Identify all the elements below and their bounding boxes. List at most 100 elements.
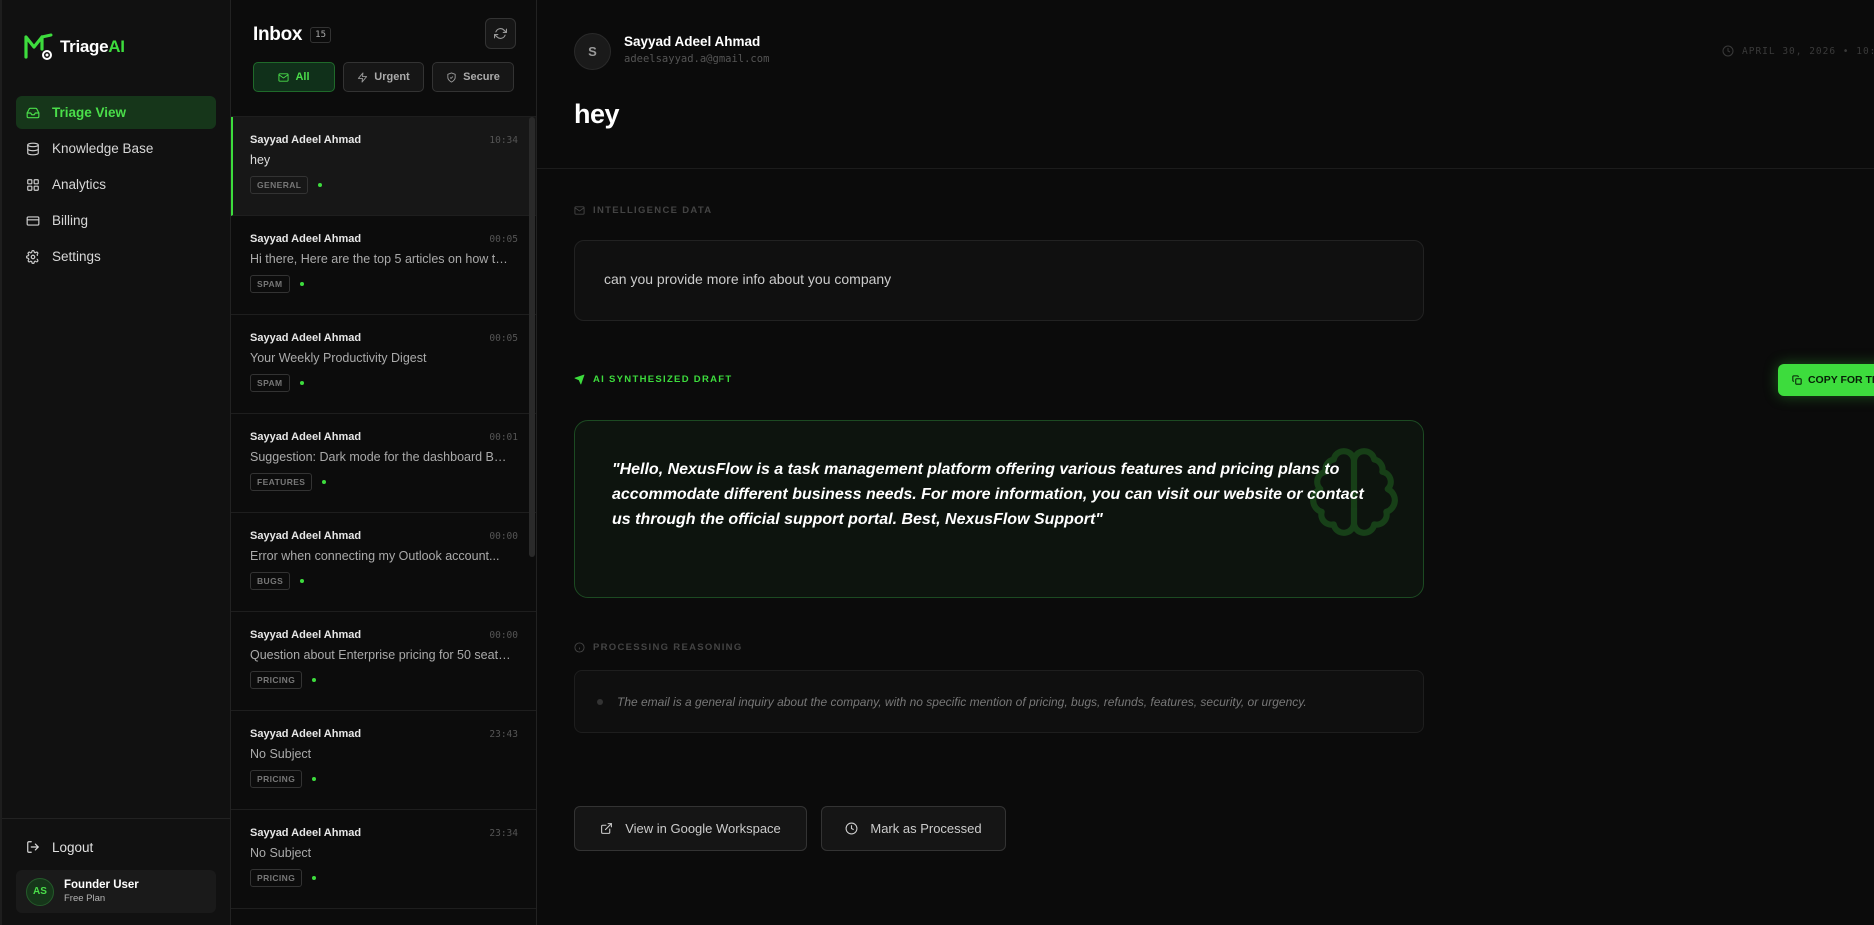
- email-time: 23:43: [489, 729, 518, 740]
- email-tags: SPAM: [250, 275, 518, 293]
- inbox-header: Inbox 15 All Urgent Secure: [231, 0, 536, 117]
- nav-item-settings[interactable]: Settings: [16, 240, 216, 273]
- nav-item-analytics[interactable]: Analytics: [16, 168, 216, 201]
- logout-button[interactable]: Logout: [16, 831, 216, 863]
- category-tag: SPAM: [250, 374, 290, 392]
- ai-draft-box: "Hello, NexusFlow is a task management p…: [574, 420, 1424, 598]
- filter-label: Secure: [463, 71, 500, 83]
- email-sender: Sayyad Adeel Ahmad: [250, 431, 362, 443]
- processing-reasoning-label: PROCESSING REASONING: [574, 642, 743, 653]
- email-list-item[interactable]: Sayyad Adeel Ahmad 23:34 No Subject PRIC…: [231, 810, 536, 909]
- inbox-panel: Inbox 15 All Urgent Secure Sayyad Adeel …: [231, 0, 537, 925]
- filter-urgent-button[interactable]: Urgent: [343, 62, 425, 92]
- category-tag: FEATURES: [250, 473, 313, 491]
- nav-label: Analytics: [52, 177, 107, 192]
- inbox-title: Inbox: [253, 24, 303, 45]
- email-subject: Error when connecting my Outlook account…: [250, 549, 500, 563]
- nav-label: Knowledge Base: [52, 141, 154, 156]
- email-sender: Sayyad Adeel Ahmad: [250, 134, 362, 146]
- sender-name: Sayyad Adeel Ahmad: [624, 34, 761, 49]
- email-list-item[interactable]: Sayyad Adeel Ahmad 00:00 Error when conn…: [231, 513, 536, 612]
- email-list-item[interactable]: Sayyad Adeel Ahmad 23:43 No Subject PRIC…: [231, 711, 536, 810]
- avatar: AS: [26, 877, 54, 906]
- main-nav: Triage View Knowledge Base Analytics Bil…: [2, 96, 230, 276]
- category-tag: SPAM: [250, 275, 290, 293]
- section-label-text: AI SYNTHESIZED DRAFT: [593, 374, 733, 385]
- reasoning-text: The email is a general inquiry about the…: [617, 694, 1307, 709]
- email-time: 10:34: [489, 135, 518, 146]
- brand[interactable]: TriageAI: [2, 0, 230, 70]
- user-card[interactable]: AS Founder User Free Plan: [16, 870, 216, 913]
- email-time: 00:00: [489, 531, 518, 542]
- email-time: 23:34: [489, 828, 518, 839]
- nav-label: Billing: [52, 213, 89, 228]
- email-subject: No Subject: [250, 846, 312, 860]
- email-tags: GENERAL: [250, 176, 518, 194]
- external-link-icon: [601, 823, 613, 834]
- email-list-item[interactable]: Sayyad Adeel Ahmad 00:00 Question about …: [231, 612, 536, 711]
- logout-label: Logout: [52, 839, 94, 855]
- zap-icon: [358, 71, 368, 83]
- section-label-text: INTELLIGENCE DATA: [593, 205, 713, 216]
- category-tag: GENERAL: [250, 176, 309, 194]
- filter-secure-button[interactable]: Secure: [432, 62, 515, 92]
- email-subject: No Subject: [250, 747, 312, 761]
- email-date-text: APRIL 30, 2026 • 10:54: [1742, 45, 1874, 57]
- mail-icon: [574, 206, 585, 215]
- status-dot: [299, 381, 304, 385]
- refresh-icon: [494, 28, 507, 39]
- triage-logo-icon: [24, 33, 53, 60]
- gear-icon: [26, 249, 39, 264]
- info-icon: [574, 642, 585, 653]
- status-dot: [312, 678, 317, 682]
- nav-item-billing[interactable]: Billing: [16, 204, 216, 237]
- refresh-button[interactable]: [485, 18, 516, 49]
- email-time: 00:05: [489, 234, 518, 245]
- brand-name: TriageAI: [60, 37, 125, 57]
- app-root: TriageAI Triage View Knowledge Base Anal…: [0, 0, 1874, 925]
- card-icon: [26, 215, 40, 226]
- nav-item-knowledge-base[interactable]: Knowledge Base: [16, 132, 216, 165]
- ai-draft-label: AI SYNTHESIZED DRAFT: [574, 374, 732, 385]
- email-list-item[interactable]: Sayyad Adeel Ahmad 00:05 Hi there, Here …: [231, 216, 536, 315]
- copy-button-label: COPY FOR TRANSMISSION: [1807, 374, 1874, 386]
- email-detail: S Sayyad Adeel Ahmad adeelsayyad.a@gmail…: [537, 0, 1874, 925]
- view-in-google-workspace-button[interactable]: View in Google Workspace: [574, 806, 807, 851]
- logout-icon: [27, 841, 39, 853]
- nav-label: Triage View: [52, 105, 127, 120]
- brand-name-suffix: AI: [108, 37, 125, 56]
- email-subject: Hi there, Here are the top 5 articles on…: [250, 252, 512, 266]
- mark-as-processed-button[interactable]: Mark as Processed: [821, 806, 1006, 851]
- filter-all-button[interactable]: All: [253, 62, 335, 92]
- status-dot: [312, 777, 317, 781]
- shield-icon: [447, 71, 456, 83]
- email-list-item[interactable]: Sayyad Adeel Ahmad 00:01 Suggestion: Dar…: [231, 414, 536, 513]
- inbox-scrollbar[interactable]: [529, 117, 535, 557]
- mail-icon: [278, 72, 290, 82]
- category-tag: BUGS: [250, 572, 291, 590]
- inbox-count-badge: 15: [310, 27, 332, 43]
- status-dot: [322, 480, 327, 484]
- sidebar-footer: Logout AS Founder User Free Plan: [2, 818, 230, 925]
- sender-email: adeelsayyad.a@gmail.com: [624, 53, 770, 65]
- clock-icon: [845, 822, 858, 835]
- email-sender: Sayyad Adeel Ahmad: [250, 332, 362, 344]
- copy-draft-button[interactable]: COPY FOR TRANSMISSION: [1778, 364, 1874, 396]
- email-list-item[interactable]: Sayyad Adeel Ahmad 10:34 hey GENERAL: [231, 117, 536, 216]
- email-subject: Your Weekly Productivity Digest: [250, 351, 427, 365]
- nav-item-triage-view[interactable]: Triage View: [16, 96, 216, 129]
- status-dot: [312, 876, 317, 880]
- user-plan: Free Plan: [64, 893, 106, 904]
- filter-label: Urgent: [374, 71, 410, 83]
- reasoning-box: The email is a general inquiry about the…: [574, 670, 1424, 733]
- database-icon: [27, 142, 39, 155]
- status-dot: [300, 579, 305, 583]
- email-body: can you provide more info about you comp…: [574, 240, 1424, 321]
- email-list-item[interactable]: Sayyad Adeel Ahmad 00:05 Your Weekly Pro…: [231, 315, 536, 414]
- detail-header: S Sayyad Adeel Ahmad adeelsayyad.a@gmail…: [537, 0, 1874, 169]
- email-tags: SPAM: [250, 374, 518, 392]
- copy-icon: [1792, 375, 1802, 385]
- email-subject-heading: hey: [574, 99, 620, 129]
- email-subject: hey: [250, 153, 271, 167]
- email-tags: PRICING: [250, 869, 518, 887]
